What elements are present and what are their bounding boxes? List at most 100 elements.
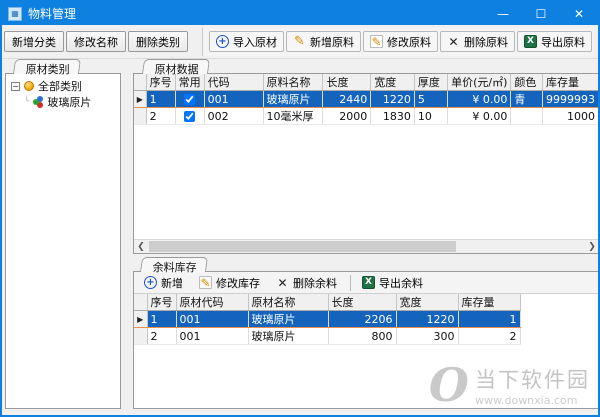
cell: 1 xyxy=(458,310,521,328)
row-selector-header xyxy=(134,74,147,91)
remnant-toolbar: + 新增 ✎ 修改库存 ✕ 删除余料 X 导出余料 xyxy=(134,272,598,294)
cell: 2 xyxy=(147,327,177,345)
import-material-button[interactable]: + 导入原材 xyxy=(209,31,284,52)
tree-node-glass-sheet[interactable]: └ 玻璃原片 xyxy=(6,94,120,110)
cell: 001 xyxy=(176,310,249,328)
cell: 2 xyxy=(458,327,521,345)
tab-material-data[interactable]: 原材数据 xyxy=(141,59,211,76)
common-checkbox[interactable] xyxy=(184,94,196,105)
cell: 1220 xyxy=(396,310,459,328)
column-header[interactable]: 代码 xyxy=(204,74,264,91)
maximize-button[interactable]: ☐ xyxy=(522,2,560,25)
tree-node-all-categories[interactable]: − 全部类别 xyxy=(6,78,120,94)
cell xyxy=(510,107,543,125)
tab-label: 原材数据 xyxy=(154,63,199,76)
window-title: 物料管理 xyxy=(28,7,77,21)
add-material-button[interactable]: ✎ 新增原料 xyxy=(286,31,361,52)
add-remnant-button[interactable]: + 新增 xyxy=(137,272,190,293)
minimize-button[interactable]: — xyxy=(484,2,522,25)
cell xyxy=(175,107,205,125)
row-selector xyxy=(134,327,148,345)
delete-material-button[interactable]: ✕ 删除原料 xyxy=(440,31,515,52)
cell: 1000 xyxy=(542,107,598,125)
cell: 青 xyxy=(510,90,543,108)
close-button[interactable]: ✕ xyxy=(560,2,598,25)
excel-icon: X xyxy=(362,276,375,289)
column-header[interactable]: 原材名称 xyxy=(248,294,329,311)
materials-pane: 序号 常用 代码 原料名称 长度 宽度 厚度 单价(元/㎡) 颜色 库存量 ▶ 1 001 玻璃原片 244… xyxy=(133,73,598,254)
delete-category-button[interactable]: 删除类别 xyxy=(128,31,188,52)
table-row[interactable]: ▶ 1 001 玻璃原片 2206 1220 1 xyxy=(134,310,521,328)
column-header[interactable]: 颜色 xyxy=(510,74,543,91)
category-tree-panel: − 全部类别 └ 玻璃原片 xyxy=(5,73,121,409)
cell: 玻璃原片 xyxy=(263,90,324,108)
column-header[interactable]: 长度 xyxy=(322,74,372,91)
button-label: 导入原材 xyxy=(233,35,277,49)
cell: 1 xyxy=(147,310,177,328)
app-icon: ▦ xyxy=(8,6,22,21)
material-toolbar-group: + 导入原材 ✎ 新增原料 ✎ 修改原料 ✕ 删除原料 X 导出原料 xyxy=(202,27,594,56)
column-header[interactable]: 宽度 xyxy=(370,74,415,91)
edit-icon: ✎ xyxy=(370,34,383,49)
button-label: 删除余料 xyxy=(293,276,337,290)
cell: 002 xyxy=(204,107,264,125)
edit-material-button[interactable]: ✎ 修改原料 xyxy=(363,31,438,52)
column-header[interactable]: 厚度 xyxy=(414,74,449,91)
export-remnant-button[interactable]: X 导出余料 xyxy=(355,272,430,293)
column-header[interactable]: 长度 xyxy=(328,294,397,311)
table-row[interactable]: 2 001 玻璃原片 800 300 2 xyxy=(134,327,521,345)
row-selector: ▶ xyxy=(134,90,147,108)
button-label: 新增原料 xyxy=(310,35,354,49)
delete-remnant-button[interactable]: ✕ 删除余料 xyxy=(269,272,344,293)
scroll-left-icon[interactable]: ❮ xyxy=(134,240,148,253)
table-row[interactable]: ▶ 1 001 玻璃原片 2440 1220 5 ¥ 0.00 青 9999993 xyxy=(134,90,598,108)
common-checkbox[interactable] xyxy=(184,111,196,122)
scroll-right-icon[interactable]: ❯ xyxy=(585,240,598,253)
cell: 1830 xyxy=(370,107,415,125)
tree-node-label: 全部类别 xyxy=(38,80,82,93)
delete-x-icon: ✕ xyxy=(277,275,288,290)
cell: 300 xyxy=(396,327,459,345)
rename-category-button[interactable]: 修改名称 xyxy=(66,31,126,52)
add-category-button[interactable]: 新增分类 xyxy=(4,31,64,52)
column-header[interactable]: 原材代码 xyxy=(176,294,249,311)
cell: ¥ 0.00 xyxy=(447,90,512,108)
button-label: 删除原料 xyxy=(464,35,508,49)
column-header[interactable]: 单价(元/㎡) xyxy=(447,74,512,91)
cell: 001 xyxy=(176,327,249,345)
collapse-icon[interactable]: − xyxy=(11,81,20,91)
column-header[interactable]: 序号 xyxy=(147,294,177,311)
cell: 2206 xyxy=(328,310,397,328)
tab-material-category[interactable]: 原材类别 xyxy=(12,59,82,76)
column-header[interactable]: 宽度 xyxy=(396,294,459,311)
export-material-button[interactable]: X 导出原料 xyxy=(517,31,592,52)
tab-label: 原材类别 xyxy=(25,63,70,76)
scrollbar-thumb[interactable] xyxy=(149,241,456,252)
horizontal-scrollbar[interactable]: ❮ ❯ xyxy=(134,239,598,253)
button-label: 导出余料 xyxy=(379,276,423,290)
row-selector: ▶ xyxy=(134,310,148,328)
table-row[interactable]: 2 002 10毫米厚 2000 1830 10 ¥ 0.00 1000 xyxy=(134,107,598,125)
cell: 1 xyxy=(146,90,176,108)
button-label: 新增 xyxy=(161,276,183,290)
column-header[interactable]: 库存量 xyxy=(458,294,521,311)
cell xyxy=(175,90,205,108)
cell: 10 xyxy=(414,107,449,125)
cell: 2440 xyxy=(322,90,372,108)
tab-remnant-stock[interactable]: 余料库存 xyxy=(139,257,209,274)
remnants-table: 序号 原材代码 原材名称 长度 宽度 库存量 ▶ 1 001 玻璃原片 2206 1220 1 2 001 玻… xyxy=(134,294,521,345)
edit-icon: ✎ xyxy=(199,275,212,290)
pencil-icon: ✎ xyxy=(294,34,305,49)
tree-node-label: 玻璃原片 xyxy=(47,96,92,109)
row-selector-header xyxy=(134,294,148,311)
column-header[interactable]: 原料名称 xyxy=(263,74,324,91)
edit-stock-button[interactable]: ✎ 修改库存 xyxy=(192,272,267,293)
cell: 9999993 xyxy=(542,90,598,108)
title-bar: ▦ 物料管理 — ☐ ✕ xyxy=(2,2,598,25)
excel-icon: X xyxy=(524,35,537,48)
tab-label: 余料库存 xyxy=(152,261,197,274)
cell: 2000 xyxy=(322,107,372,125)
row-selector xyxy=(134,107,147,125)
column-header[interactable]: 库存量 xyxy=(542,74,598,91)
toolbar-separator xyxy=(350,274,351,291)
